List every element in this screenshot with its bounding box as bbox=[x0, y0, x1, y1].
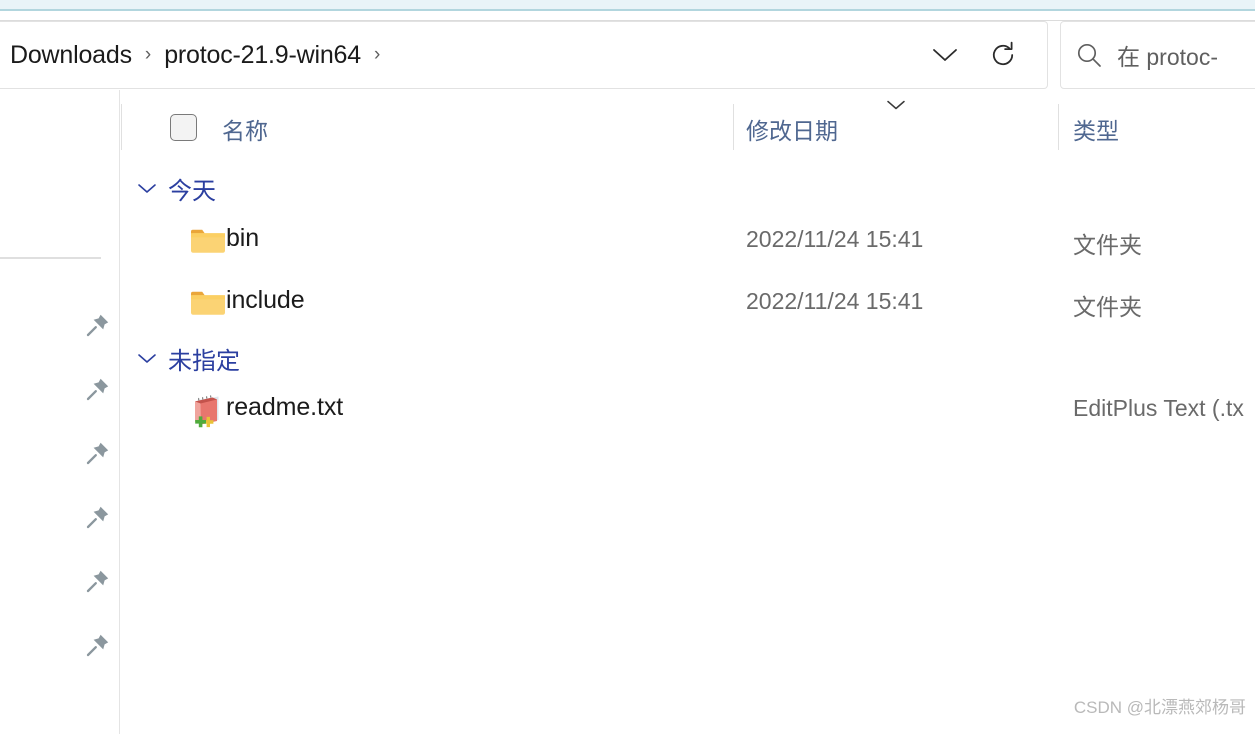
folder-icon bbox=[188, 284, 228, 324]
group-header-label: 未指定 bbox=[168, 347, 240, 375]
table-row[interactable]: include 2022/11/24 15:41 文件夹 bbox=[121, 280, 1255, 328]
chevron-down-icon[interactable] bbox=[136, 181, 158, 195]
table-row[interactable]: readme.txt EditPlus Text (.tx bbox=[121, 387, 1255, 435]
chevron-down-icon[interactable] bbox=[136, 351, 158, 365]
column-header-type[interactable]: 类型 bbox=[1073, 112, 1119, 146]
breadcrumb-item-protoc[interactable]: protoc-21.9-win64 bbox=[164, 41, 361, 70]
address-bar[interactable]: Downloads › protoc-21.9-win64 › bbox=[0, 21, 1048, 89]
table-row[interactable]: bin 2022/11/24 15:41 文件夹 bbox=[121, 218, 1255, 266]
group-header-today[interactable]: 今天 bbox=[121, 168, 216, 208]
file-name[interactable]: include bbox=[226, 286, 305, 315]
pin-icon[interactable] bbox=[84, 439, 112, 467]
search-box[interactable]: 在 protoc- bbox=[1060, 21, 1255, 89]
file-type: EditPlus Text (.tx bbox=[1073, 395, 1244, 421]
chevron-down-icon bbox=[885, 98, 907, 112]
window-titlebar-strip bbox=[0, 11, 1255, 21]
group-header-unspecified[interactable]: 未指定 bbox=[121, 338, 240, 378]
pin-icon[interactable] bbox=[84, 503, 112, 531]
file-date-modified: 2022/11/24 15:41 bbox=[746, 226, 924, 252]
column-separator[interactable] bbox=[733, 104, 734, 150]
file-date-modified: 2022/11/24 15:41 bbox=[746, 288, 924, 314]
chevron-down-icon[interactable] bbox=[919, 22, 971, 88]
editplus-text-file-icon bbox=[188, 391, 228, 431]
pin-icon[interactable] bbox=[84, 567, 112, 595]
pin-icon[interactable] bbox=[84, 375, 112, 403]
column-separator[interactable] bbox=[1058, 104, 1059, 150]
column-header-date-modified[interactable]: 修改日期 bbox=[746, 112, 838, 146]
select-all-checkbox[interactable] bbox=[170, 114, 197, 141]
navigation-pane bbox=[0, 90, 120, 734]
refresh-icon[interactable] bbox=[977, 22, 1029, 88]
column-header-name[interactable]: 名称 bbox=[222, 112, 268, 146]
pin-icon[interactable] bbox=[84, 631, 112, 659]
folder-icon bbox=[188, 222, 228, 262]
column-header-row: 名称 修改日期 类型 bbox=[121, 90, 1255, 162]
window-accent-band bbox=[0, 0, 1255, 11]
file-name[interactable]: bin bbox=[226, 224, 259, 253]
watermark-text: CSDN @北漂燕郊杨哥 bbox=[1073, 698, 1246, 717]
breadcrumb-separator-trailing[interactable]: › bbox=[374, 45, 380, 64]
column-separator[interactable] bbox=[121, 104, 122, 150]
file-list: 名称 修改日期 类型 今天 bin 2022/11/24 15:41 文件夹 i… bbox=[121, 90, 1255, 734]
search-input[interactable]: 在 protoc- bbox=[1117, 38, 1218, 72]
file-name[interactable]: readme.txt bbox=[226, 393, 343, 422]
file-type: 文件夹 bbox=[1073, 232, 1142, 258]
group-header-label: 今天 bbox=[168, 177, 216, 205]
breadcrumb-separator: › bbox=[144, 43, 152, 65]
breadcrumb-item-downloads[interactable]: Downloads bbox=[10, 41, 132, 70]
navigation-pane-divider bbox=[0, 257, 101, 259]
file-type: 文件夹 bbox=[1073, 294, 1142, 320]
pin-icon[interactable] bbox=[84, 311, 112, 339]
search-icon bbox=[1061, 40, 1117, 70]
